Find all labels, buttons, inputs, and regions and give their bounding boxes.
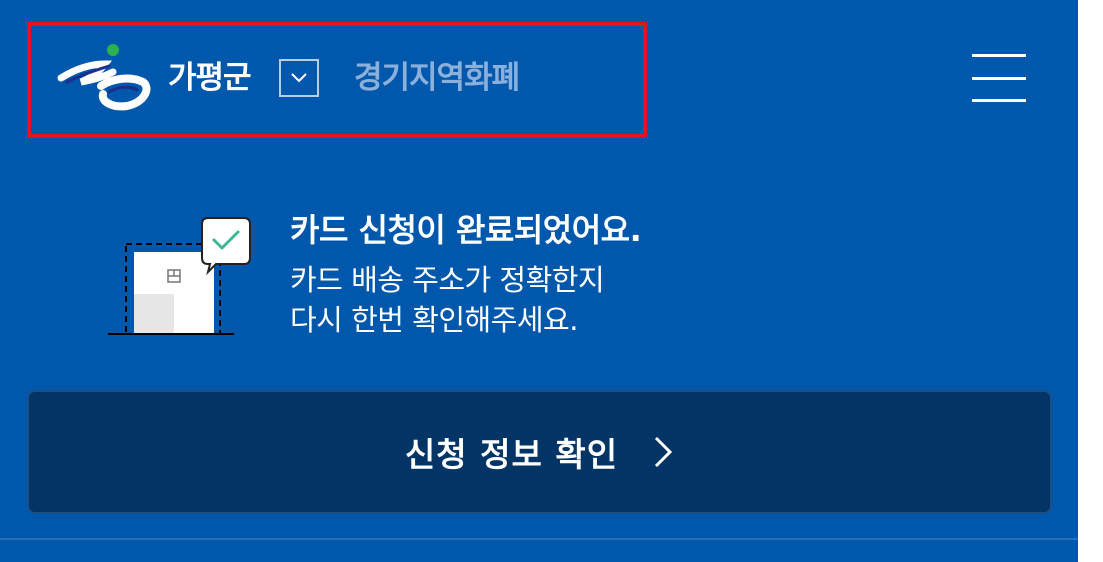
currency-name[interactable]: 경기지역화폐 [354, 58, 520, 98]
card-check-icon [108, 217, 251, 335]
status-line-1: 카드 배송 주소가 정확한지 [290, 263, 605, 297]
divider [0, 538, 1078, 540]
app-header: 가평군 경기지역화폐 [0, 0, 1078, 160]
region-name[interactable]: 가평군 [168, 58, 252, 98]
screen-edge [1078, 0, 1103, 562]
status-title: 카드 신청이 완료되었어요. [290, 211, 642, 249]
confirm-button-label: 신청 정보 확인 [404, 435, 619, 474]
hamburger-menu-icon [972, 76, 1026, 80]
hamburger-menu-button[interactable] [966, 48, 1032, 108]
status-message: 카드 신청이 완료되었어요. 카드 배송 주소가 정확한지 다시 한번 확인해주… [290, 206, 990, 340]
region-dropdown-button[interactable] [279, 59, 319, 97]
confirm-application-button[interactable]: 신청 정보 확인 [27, 390, 1052, 514]
status-line-2: 다시 한번 확인해주세요. [290, 303, 578, 337]
chevron-down-icon [291, 73, 307, 83]
hamburger-menu-icon [972, 99, 1026, 102]
status-body: 카드 배송 주소가 정확한지 다시 한번 확인해주세요. [290, 260, 990, 340]
gapyeong-logo-icon[interactable] [57, 42, 155, 112]
hamburger-menu-icon [972, 54, 1026, 57]
chevron-right-icon [655, 436, 673, 468]
